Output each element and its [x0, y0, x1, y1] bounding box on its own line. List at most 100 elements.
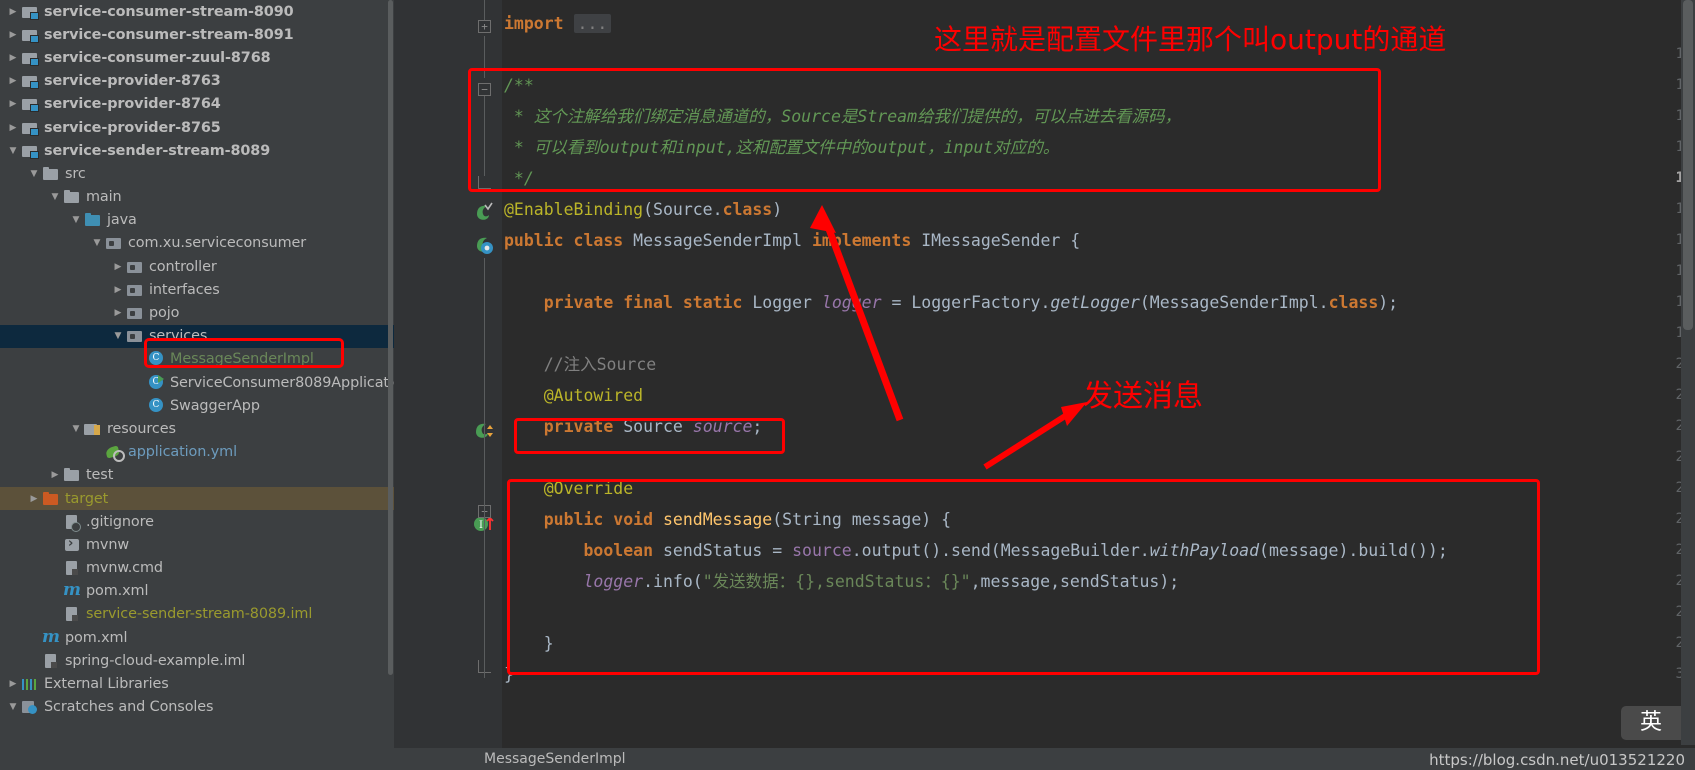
code-line-21[interactable]: @Autowired: [504, 380, 643, 411]
chevron-down-icon[interactable]: [27, 169, 41, 179]
project-tree[interactable]: service-consumer-stream-8090 service-cons…: [0, 0, 394, 719]
code-line-13[interactable]: * 可以看到output和input,这和配置文件中的output，input对…: [504, 132, 1059, 163]
spring-autowired-gutter-icon-22[interactable]: [473, 420, 497, 444]
tree-item-service-sender-stream-8089[interactable]: service-sender-stream-8089: [0, 139, 394, 162]
tree-item-mvnw[interactable]: mvnw: [0, 533, 394, 556]
chevron-down-icon[interactable]: [6, 702, 20, 712]
code-line-30[interactable]: }: [504, 659, 514, 690]
tree-item-services[interactable]: services: [0, 324, 394, 348]
chevron-down-icon[interactable]: [90, 238, 104, 248]
tree-item-service-consumer-stream-8090[interactable]: service-consumer-stream-8090: [0, 0, 394, 23]
tree-item-resources[interactable]: resources: [0, 417, 394, 440]
sidebar-scrollbar-thumb[interactable]: [388, 0, 393, 675]
code-line-27[interactable]: logger.info("发送数据：{},sendStatus：{}",mess…: [504, 566, 1179, 597]
tree-item-service-consumer-stream-8091[interactable]: service-consumer-stream-8091: [0, 23, 394, 46]
code-line-16[interactable]: public class MessageSenderImpl implement…: [504, 225, 1080, 256]
tree-item-service-sender-stream-8089-iml[interactable]: service-sender-stream-8089.iml: [0, 603, 394, 626]
structure-line-javadoc: [484, 96, 485, 176]
chevron-right-icon[interactable]: [27, 494, 41, 504]
editor-gutter[interactable]: [394, 0, 470, 770]
code-line-12[interactable]: * 这个注解给我们绑定消息通道的，Source是Stream给我们提供的，可以点…: [504, 101, 1181, 132]
module-icon: [20, 73, 40, 90]
code-line-20[interactable]: //注入Source: [504, 349, 656, 380]
editor-gutter-annotations[interactable]: [470, 0, 502, 770]
code-line-29[interactable]: }: [504, 628, 554, 659]
chevron-right-icon[interactable]: [6, 99, 20, 109]
chevron-right-icon[interactable]: [6, 123, 20, 133]
tree-item-label: service-provider-8765: [44, 119, 221, 136]
tree-item-src[interactable]: src: [0, 162, 394, 185]
ime-indicator[interactable]: 英: [1621, 706, 1681, 740]
java-class-icon: [146, 397, 166, 414]
svg-text:I: I: [479, 520, 483, 531]
chevron-right-icon[interactable]: [6, 53, 20, 63]
tree-item-gitignore[interactable]: .gitignore: [0, 510, 394, 533]
tree-item-messagesenderimpl[interactable]: MessageSenderImpl: [0, 348, 394, 371]
tree-item-mvnw-cmd[interactable]: mvnw.cmd: [0, 557, 394, 580]
tree-item-interfaces[interactable]: interfaces: [0, 278, 394, 301]
tree-item-label: service-consumer-stream-8090: [44, 3, 294, 20]
chevron-right-icon[interactable]: [6, 76, 20, 86]
tree-item-external-libraries[interactable]: External Libraries: [0, 672, 394, 695]
fold-toggle-javadoc[interactable]: [478, 83, 491, 96]
chevron-right-icon[interactable]: [6, 7, 20, 17]
code-line-25[interactable]: public void sendMessage(String message) …: [504, 504, 951, 535]
code-line-24[interactable]: @Override: [504, 473, 633, 504]
code-line-11[interactable]: /**: [504, 70, 534, 101]
fold-end-javadoc[interactable]: [478, 176, 491, 189]
project-tree-panel[interactable]: service-consumer-stream-8090 service-cons…: [0, 0, 394, 770]
java-class-runnable-icon: [146, 374, 166, 391]
module-icon: [20, 143, 40, 159]
chevron-right-icon[interactable]: [6, 679, 20, 689]
iml-file-icon: [41, 653, 61, 669]
tree-item-java[interactable]: java: [0, 209, 394, 232]
tree-item-test[interactable]: test: [0, 464, 394, 487]
code-editor[interactable]: 3101112131415161718192021222324252627282…: [394, 0, 1695, 770]
code-line-22[interactable]: private Source source;: [504, 411, 763, 442]
chevron-down-icon[interactable]: [111, 331, 125, 341]
tree-item-label: External Libraries: [44, 676, 169, 693]
code-line-14[interactable]: */: [504, 163, 534, 194]
tree-item-controller[interactable]: controller: [0, 255, 394, 278]
tree-item-label: service-provider-8764: [44, 96, 221, 113]
yaml-file-icon: [104, 444, 125, 463]
code-line-18[interactable]: private final static Logger logger = Log…: [504, 287, 1398, 318]
tree-item-scratches-and-consoles[interactable]: Scratches and Consoles: [0, 696, 394, 719]
tree-item-pojo[interactable]: pojo: [0, 301, 394, 324]
tree-item-pom-xml[interactable]: pom.xml: [0, 580, 394, 603]
tree-item-service-consumer-zuul-8768[interactable]: service-consumer-zuul-8768: [0, 46, 394, 69]
tree-item-service-provider-8764[interactable]: service-provider-8764: [0, 93, 394, 116]
code-line-3[interactable]: import ...: [504, 8, 612, 39]
tree-item-serviceconsumer8089application[interactable]: ServiceConsumer8089Application: [0, 371, 394, 394]
chevron-right-icon[interactable]: [111, 262, 125, 272]
tree-item-swaggerapp[interactable]: SwaggerApp: [0, 394, 394, 417]
chevron-down-icon[interactable]: [69, 215, 83, 225]
chevron-down-icon[interactable]: [6, 146, 20, 156]
tree-item-application-yml[interactable]: application.yml: [0, 441, 394, 464]
tree-item-spring-cloud-example-iml[interactable]: spring-cloud-example.iml: [0, 649, 394, 672]
tree-item-pom-xml[interactable]: pom.xml: [0, 626, 394, 649]
code-line-26[interactable]: boolean sendStatus = source.output().sen…: [504, 535, 1447, 566]
sidebar-scrollbar[interactable]: [387, 0, 394, 770]
chevron-down-icon[interactable]: [48, 192, 62, 202]
fold-toggle-imports[interactable]: [478, 20, 491, 33]
editor-scrollbar-thumb[interactable]: [1683, 0, 1693, 330]
tree-item-com-xu-serviceconsumer[interactable]: com.xu.serviceconsumer: [0, 232, 394, 255]
chevron-right-icon[interactable]: [111, 308, 125, 318]
chevron-right-icon[interactable]: [48, 470, 62, 480]
chevron-down-icon[interactable]: [69, 424, 83, 434]
tree-item-label: Scratches and Consoles: [44, 699, 214, 716]
spring-bean-gutter-icon-16[interactable]: [473, 234, 497, 258]
chevron-right-icon[interactable]: [6, 30, 20, 40]
tree-item-label: java: [107, 212, 137, 229]
tree-item-label: target: [65, 490, 109, 507]
tree-item-main[interactable]: main: [0, 186, 394, 209]
tree-item-target[interactable]: target: [0, 486, 394, 511]
code-line-15[interactable]: @EnableBinding(Source.class): [504, 194, 782, 225]
editor-scrollbar[interactable]: [1681, 0, 1695, 745]
tree-item-service-provider-8763[interactable]: service-provider-8763: [0, 70, 394, 93]
tree-item-service-provider-8765[interactable]: service-provider-8765: [0, 116, 394, 139]
chevron-right-icon[interactable]: [111, 285, 125, 295]
spring-bean-gutter-icon-15[interactable]: [473, 202, 497, 226]
iml-file-icon: [62, 606, 82, 622]
